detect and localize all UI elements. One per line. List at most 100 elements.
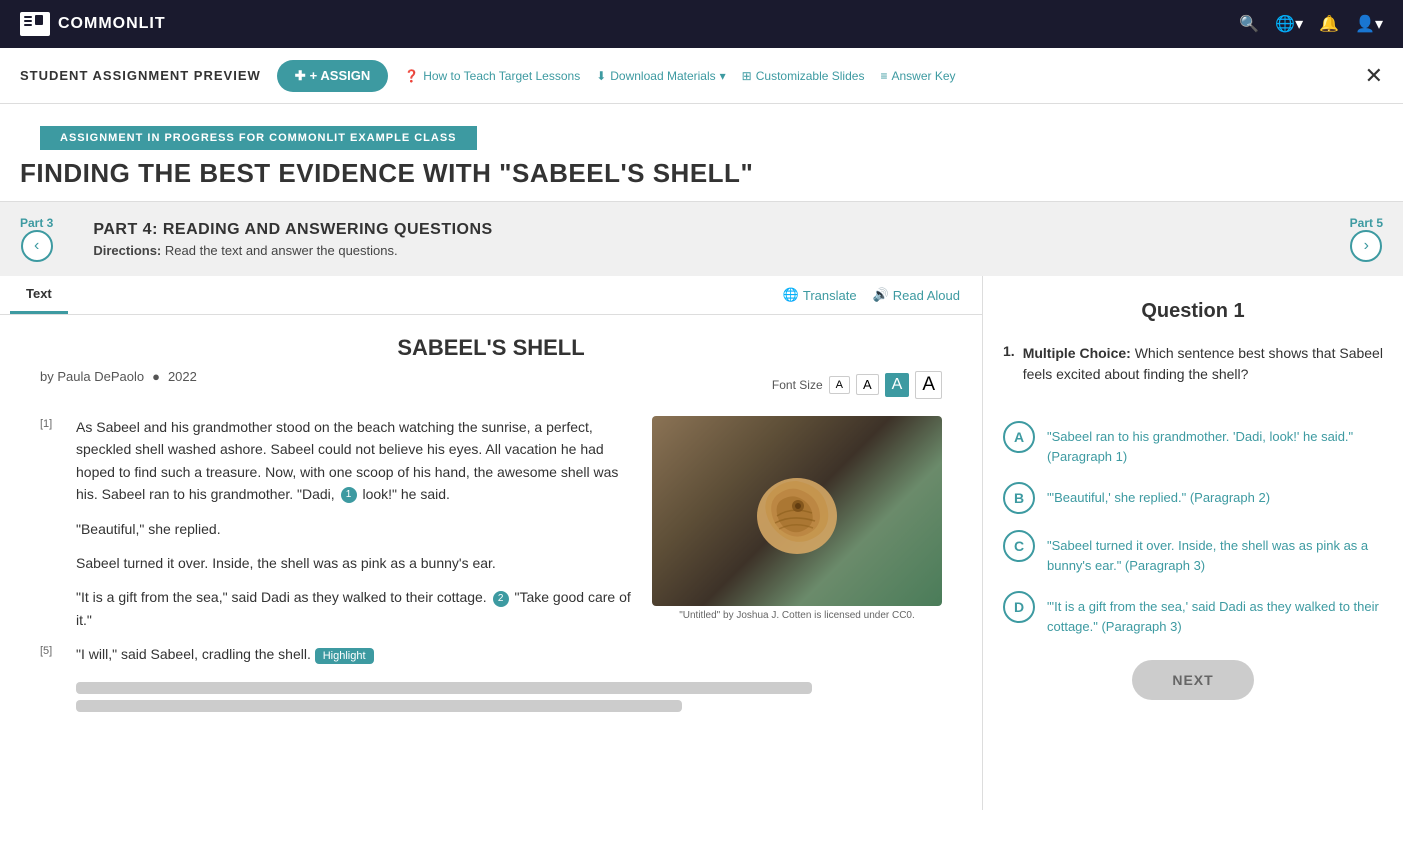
option-a-text: "Sabeel ran to his grandmother. 'Dadi, l…: [1047, 421, 1383, 466]
logo: COMMONLIT: [20, 12, 166, 36]
answer-key-icon: ≡: [880, 69, 887, 83]
nav-icons: 🔍 🌐▾ 🔔 👤▾: [1239, 14, 1383, 34]
para-num-2: [40, 518, 68, 540]
para-num-4: [40, 586, 68, 631]
directions: Directions: Read the text and answer the…: [93, 243, 1309, 258]
font-size-medium[interactable]: A: [856, 374, 879, 395]
download-icon: ⬇: [596, 69, 606, 83]
year-text: 2022: [168, 369, 197, 384]
option-b-circle: B: [1003, 482, 1035, 514]
paragraph-1-section: "Untitled" by Joshua J. Cotten is licens…: [40, 416, 942, 726]
teach-lessons-link[interactable]: ❓ How to Teach Target Lessons: [404, 69, 580, 83]
close-button[interactable]: ✕: [1365, 63, 1383, 89]
header-bar: STUDENT ASSIGNMENT PREVIEW ✚ + ASSIGN ❓ …: [0, 48, 1403, 104]
user-icon[interactable]: 👤▾: [1355, 14, 1383, 34]
question-panel: Question 1 1. Multiple Choice: Which sen…: [983, 276, 1403, 810]
blurred-line-1: [76, 682, 812, 694]
assignment-banner: ASSIGNMENT IN PROGRESS FOR COMMONLIT EXA…: [40, 126, 477, 150]
para-num-1: [1]: [40, 416, 68, 506]
question-type: Multiple Choice:: [1023, 345, 1131, 361]
footnote-1: 1: [341, 487, 357, 503]
customizable-slides-label: Customizable Slides: [756, 69, 865, 83]
globe-icon[interactable]: 🌐▾: [1275, 14, 1303, 34]
para-text-3: Sabeel turned it over. Inside, the shell…: [76, 552, 632, 574]
slides-icon: ⊞: [742, 69, 752, 83]
paragraph-4: "It is a gift from the sea," said Dadi a…: [40, 586, 632, 631]
question-text: Multiple Choice: Which sentence best sho…: [1023, 343, 1383, 385]
blurred-line-2: [76, 700, 682, 712]
logo-text: COMMONLIT: [58, 15, 166, 33]
download-chevron-icon: ▾: [720, 69, 726, 83]
answer-option-c[interactable]: C "Sabeel turned it over. Inside, the sh…: [1003, 530, 1383, 575]
read-aloud-button[interactable]: 🔊 Read Aloud: [873, 287, 960, 303]
font-size-controls: Font Size A A A A: [772, 371, 942, 399]
paragraph-1: [1] As Sabeel and his grandmother stood …: [40, 416, 632, 506]
para-text-4: "It is a gift from the sea," said Dadi a…: [76, 586, 632, 631]
translate-label: Translate: [803, 288, 857, 303]
footnote-2: 2: [493, 591, 509, 607]
option-d-circle: D: [1003, 591, 1035, 623]
option-a-circle: A: [1003, 421, 1035, 453]
translate-button[interactable]: 🌐 Translate: [783, 287, 857, 303]
question-number: 1.: [1003, 343, 1015, 405]
para-num-5: [5]: [40, 643, 68, 665]
font-size-xlarge[interactable]: A: [915, 371, 942, 399]
text-tools: 🌐 Translate 🔊 Read Aloud: [771, 279, 972, 311]
para-text-5: "I will," said Sabeel, cradling the shel…: [76, 643, 942, 665]
blurred-section: [40, 678, 942, 726]
story-meta: by Paula DePaolo ● 2022 Font Size A A A …: [40, 369, 942, 400]
option-d-text: "'It is a gift from the sea,' said Dadi …: [1047, 591, 1383, 636]
shell-image: [652, 416, 942, 606]
para-text-2: "Beautiful," she replied.: [76, 518, 632, 540]
image-caption: "Untitled" by Joshua J. Cotten is licens…: [652, 610, 942, 621]
assign-label: + ASSIGN: [310, 68, 371, 83]
logo-icon: [20, 12, 50, 36]
text-panel: Text 🌐 Translate 🔊 Read Aloud SABEEL'S S…: [0, 276, 983, 810]
page-title: FINDING THE BEST EVIDENCE WITH "SABEEL'S…: [0, 154, 1403, 201]
story-image: "Untitled" by Joshua J. Cotten is licens…: [652, 416, 942, 621]
question-row: 1. Multiple Choice: Which sentence best …: [1003, 343, 1383, 405]
byline-text: by Paula DePaolo: [40, 369, 144, 384]
highlight-button[interactable]: Highlight: [315, 648, 374, 664]
directions-label: Directions:: [93, 243, 161, 258]
top-navigation: COMMONLIT 🔍 🌐▾ 🔔 👤▾: [0, 0, 1403, 48]
answer-option-b[interactable]: B "'Beautiful,' she replied." (Paragraph…: [1003, 482, 1383, 514]
part5-next-button[interactable]: ›: [1350, 230, 1382, 262]
part5-label: Part 5: [1350, 216, 1383, 230]
paragraph-3: Sabeel turned it over. Inside, the shell…: [40, 552, 632, 574]
paragraph-5: [5] "I will," said Sabeel, cradling the …: [40, 643, 942, 665]
teach-lessons-label: How to Teach Target Lessons: [423, 69, 580, 83]
bell-icon[interactable]: 🔔: [1319, 14, 1339, 34]
search-icon[interactable]: 🔍: [1239, 14, 1259, 34]
option-c-text: "Sabeel turned it over. Inside, the shel…: [1047, 530, 1383, 575]
answer-option-a[interactable]: A "Sabeel ran to his grandmother. 'Dadi,…: [1003, 421, 1383, 466]
question-circle-icon: ❓: [404, 69, 419, 83]
answer-key-label: Answer Key: [891, 69, 955, 83]
tab-text[interactable]: Text: [10, 276, 68, 314]
translate-globe-icon: 🌐: [783, 287, 799, 303]
question-title: Question 1: [1003, 300, 1383, 323]
answer-key-link[interactable]: ≡ Answer Key: [880, 69, 955, 83]
para-num-3: [40, 552, 68, 574]
option-b-text: "'Beautiful,' she replied." (Paragraph 2…: [1047, 482, 1270, 508]
customizable-slides-link[interactable]: ⊞ Customizable Slides: [742, 69, 865, 83]
text-content: SABEEL'S SHELL by Paula DePaolo ● 2022 F…: [0, 315, 982, 746]
part-5-nav[interactable]: Part 5 ›: [1330, 202, 1403, 276]
answer-option-d[interactable]: D "'It is a gift from the sea,' said Dad…: [1003, 591, 1383, 636]
download-materials-link[interactable]: ⬇ Download Materials ▾: [596, 69, 725, 83]
assign-button[interactable]: ✚ + ASSIGN: [277, 60, 388, 92]
para-text-1: As Sabeel and his grandmother stood on t…: [76, 416, 632, 506]
font-size-small[interactable]: A: [829, 376, 850, 394]
option-c-circle: C: [1003, 530, 1035, 562]
part-title: PART 4: READING AND ANSWERING QUESTIONS: [93, 221, 1309, 239]
font-size-large[interactable]: A: [885, 373, 910, 397]
next-button[interactable]: NEXT: [1132, 660, 1253, 700]
story-title: SABEEL'S SHELL: [40, 335, 942, 361]
part-3-nav[interactable]: Part 3 ‹: [0, 202, 73, 276]
paragraph-2: "Beautiful," she replied.: [40, 518, 632, 540]
read-aloud-label: Read Aloud: [893, 288, 960, 303]
story-byline: by Paula DePaolo ● 2022: [40, 369, 197, 384]
directions-text: Read the text and answer the questions.: [165, 243, 398, 258]
part3-label: Part 3: [20, 216, 53, 230]
part3-back-button[interactable]: ‹: [21, 230, 53, 262]
